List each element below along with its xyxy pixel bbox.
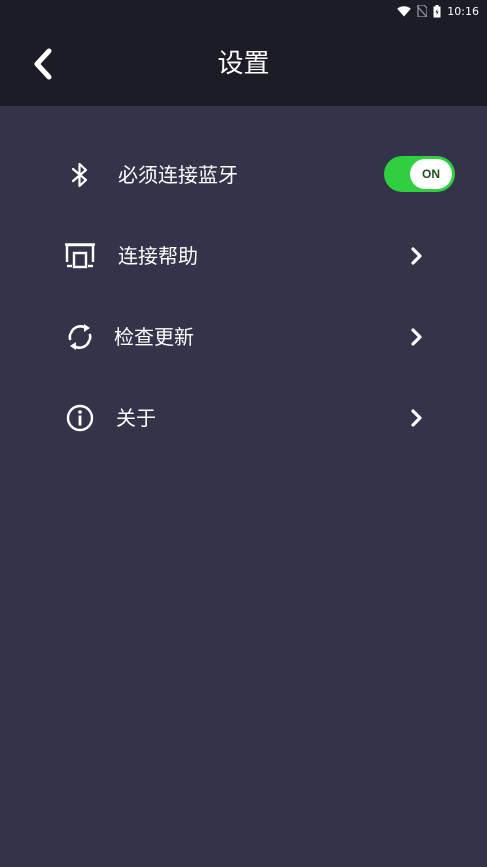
setting-row-about[interactable]: 关于 <box>0 386 487 450</box>
app-header: 设置 <box>0 22 487 106</box>
page-title: 设置 <box>217 49 270 79</box>
refresh-icon <box>62 319 98 355</box>
info-icon <box>62 400 98 436</box>
no-sim-icon <box>417 5 428 17</box>
wifi-icon <box>397 5 412 16</box>
setting-label-help: 连接帮助 <box>118 244 198 268</box>
status-bar: 10:16 <box>0 0 487 22</box>
setting-label-about: 关于 <box>116 406 156 430</box>
setting-row-bluetooth: 必须连接蓝牙 ON <box>0 143 487 207</box>
screen-cast-icon <box>62 238 98 274</box>
toggle-knob: ON <box>410 159 452 189</box>
bluetooth-toggle[interactable]: ON <box>384 156 455 192</box>
battery-icon <box>433 4 441 17</box>
setting-label-bluetooth: 必须连接蓝牙 <box>118 163 238 187</box>
setting-row-help[interactable]: 连接帮助 <box>0 224 487 288</box>
setting-row-update[interactable]: 检查更新 <box>0 305 487 369</box>
setting-label-update: 检查更新 <box>114 325 194 349</box>
chevron-right-icon <box>411 409 422 427</box>
bluetooth-icon <box>62 157 98 193</box>
chevron-right-icon <box>411 328 422 346</box>
status-time: 10:16 <box>447 4 479 18</box>
chevron-right-icon <box>411 247 422 265</box>
